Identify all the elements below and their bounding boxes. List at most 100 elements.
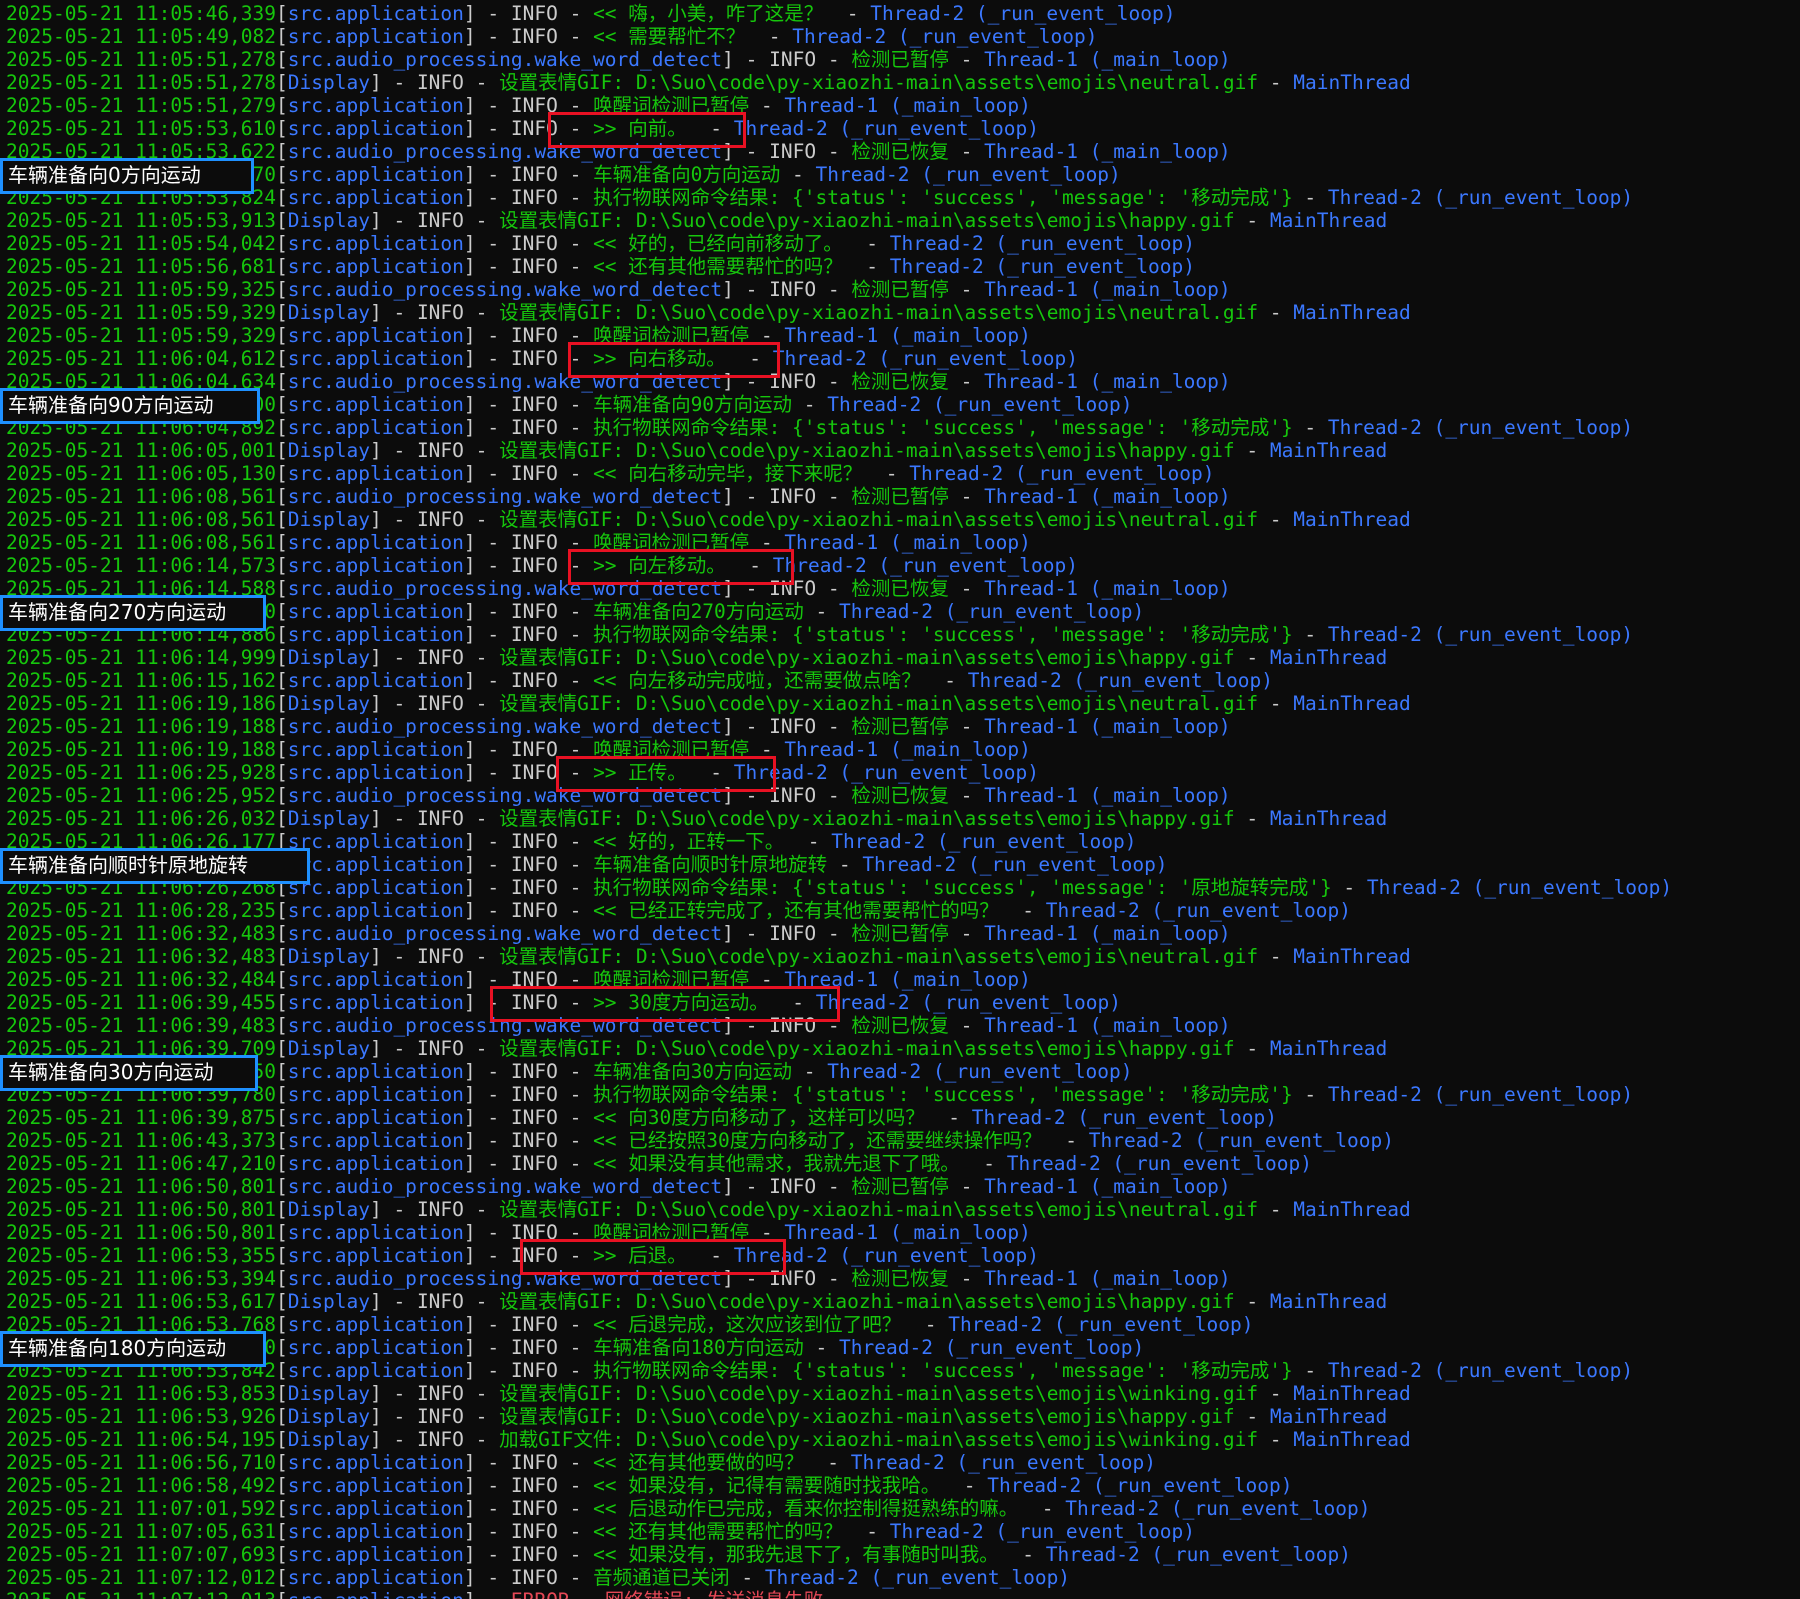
log-level: INFO [510,117,558,140]
log-separator: - [729,1566,765,1589]
log-level: INFO [510,991,558,1014]
log-thread: MainThread [1269,807,1388,830]
log-message: 执行物联网命令结果: {'status': 'success', 'messag… [593,876,1332,899]
log-bracket: [ [276,554,288,577]
log-separator: - [557,393,594,416]
log-separator: - [698,117,734,140]
log-line: 2025-05-21 11:06:47,210[src.application]… [6,1152,1312,1175]
log-message: 设置表情GIF: D:\Suo\code\py-xiaozhi-main\ass… [499,945,1259,968]
log-bracket: ] - [463,1497,511,1520]
log-separator: - [557,623,594,646]
log-timestamp: 2025-05-21 11:06:04,612 [6,347,277,370]
log-separator: - [570,1589,605,1599]
log-level: INFO [510,1244,558,1267]
log-bracket: ] - [369,301,417,324]
log-thread: Thread-2 (_run_event_loop) [1327,1359,1634,1382]
log-thread: Thread-1 (_main_loop) [784,1221,1031,1244]
log-line: 2025-05-21 11:07:12,013[src.application]… [6,1589,823,1599]
log-separator: - [1053,1129,1089,1152]
log-bracket: ] - [369,209,417,232]
log-bracket: ] - [463,830,511,853]
log-timestamp: 2025-05-21 11:06:43,373 [6,1129,277,1152]
log-level: INFO [769,140,817,163]
log-source: Display [287,1405,370,1428]
log-timestamp: 2025-05-21 11:07:01,592 [6,1497,277,1520]
log-source: src.application [287,1497,464,1520]
log-level: INFO [510,255,558,278]
log-bracket: ] - [463,600,511,623]
log-source: src.application [287,830,464,853]
log-line: 2025-05-21 11:07:12,012[src.application]… [6,1566,1070,1589]
log-separator: - [948,140,985,163]
log-timestamp: 2025-05-21 11:06:39,455 [6,991,277,1014]
log-message: 检测已暂停 [851,1175,949,1198]
log-separator: - [1292,1359,1328,1382]
log-message: 设置表情GIF: D:\Suo\code\py-xiaozhi-main\ass… [499,439,1235,462]
log-level: INFO [510,1451,558,1474]
log-message: 车辆准备向180方向运动 [593,1336,804,1359]
log-level: INFO [416,1037,464,1060]
log-thread: Thread-2 (_run_event_loop) [971,1106,1277,1129]
log-separator: - [816,48,852,71]
log-thread: Thread-2 (_run_event_loop) [733,117,1040,140]
log-source: src.application [287,462,464,485]
log-separator: - [948,715,985,738]
log-timestamp: 2025-05-21 11:05:56,681 [6,255,277,278]
log-timestamp: 2025-05-21 11:06:32,483 [6,922,277,945]
log-separator: - [557,186,594,209]
log-bracket: ] - [463,554,511,577]
log-separator: - [557,1313,594,1336]
log-timestamp: 2025-05-21 11:06:50,801 [6,1175,277,1198]
log-source: src.application [287,1129,464,1152]
log-timestamp: 2025-05-21 11:06:08,561 [6,485,277,508]
log-timestamp: 2025-05-21 11:06:14,999 [6,646,277,669]
log-bracket: ] - [463,1566,511,1589]
log-thread: MainThread [1269,646,1388,669]
log-source: src.application [287,554,464,577]
log-level: INFO [510,968,558,991]
log-bracket: ] - [463,1313,511,1336]
log-source: src.application [287,1244,464,1267]
log-source: src.application [287,991,464,1014]
log-level: INFO [510,186,558,209]
log-message: 检测已恢复 [851,140,949,163]
log-separator: - [874,462,910,485]
log-separator: - [803,1336,840,1359]
log-thread: Thread-2 (_run_event_loop) [764,1566,1071,1589]
log-bracket: [ [276,1083,288,1106]
log-bracket: [ [276,577,288,600]
log-separator: - [1258,1382,1294,1405]
log-source: src.application [287,899,464,922]
log-line: 2025-05-21 11:06:25,952[src.audio_proces… [6,784,1231,807]
log-level: INFO [510,2,558,25]
log-level: INFO [769,278,817,301]
log-timestamp: 2025-05-21 11:05:51,278 [6,71,277,94]
log-bracket: ] - [463,2,511,25]
log-message: 执行物联网命令结果: {'status': 'success', 'messag… [593,1359,1293,1382]
log-level: INFO [769,370,817,393]
log-level: INFO [510,416,558,439]
log-bracket: [ [276,140,288,163]
log-line: 2025-05-21 11:06:50,801[src.audio_proces… [6,1175,1231,1198]
log-bracket: ] - [722,784,770,807]
log-thread: Thread-2 (_run_event_loop) [889,255,1196,278]
log-source: Display [287,301,370,324]
log-level: INFO [416,71,464,94]
log-bracket: ] - [722,922,770,945]
log-bracket: [ [276,1474,288,1497]
log-separator: - [463,646,500,669]
log-message: 唤醒词检测已暂停 [593,1221,750,1244]
log-timestamp: 2025-05-21 11:07:12,013 [6,1589,276,1599]
log-bracket: [ [276,416,288,439]
log-line: 2025-05-21 11:06:14,573[src.application]… [6,554,1078,577]
log-bracket: [ [276,1543,288,1566]
log-timestamp: 2025-05-21 11:06:14,573 [6,554,277,577]
log-bracket: ] - [463,324,511,347]
log-separator: - [948,48,985,71]
log-thread: Thread-2 (_run_event_loop) [792,25,1098,48]
log-separator: - [796,830,832,853]
log-source: src.application [287,416,464,439]
log-line: 2025-05-21 11:06:54,195[Display] - INFO … [6,1428,1411,1451]
log-source: src.application [287,1566,464,1589]
log-message: << 向左移动完成啦，还需要做点啥？ [593,669,933,692]
